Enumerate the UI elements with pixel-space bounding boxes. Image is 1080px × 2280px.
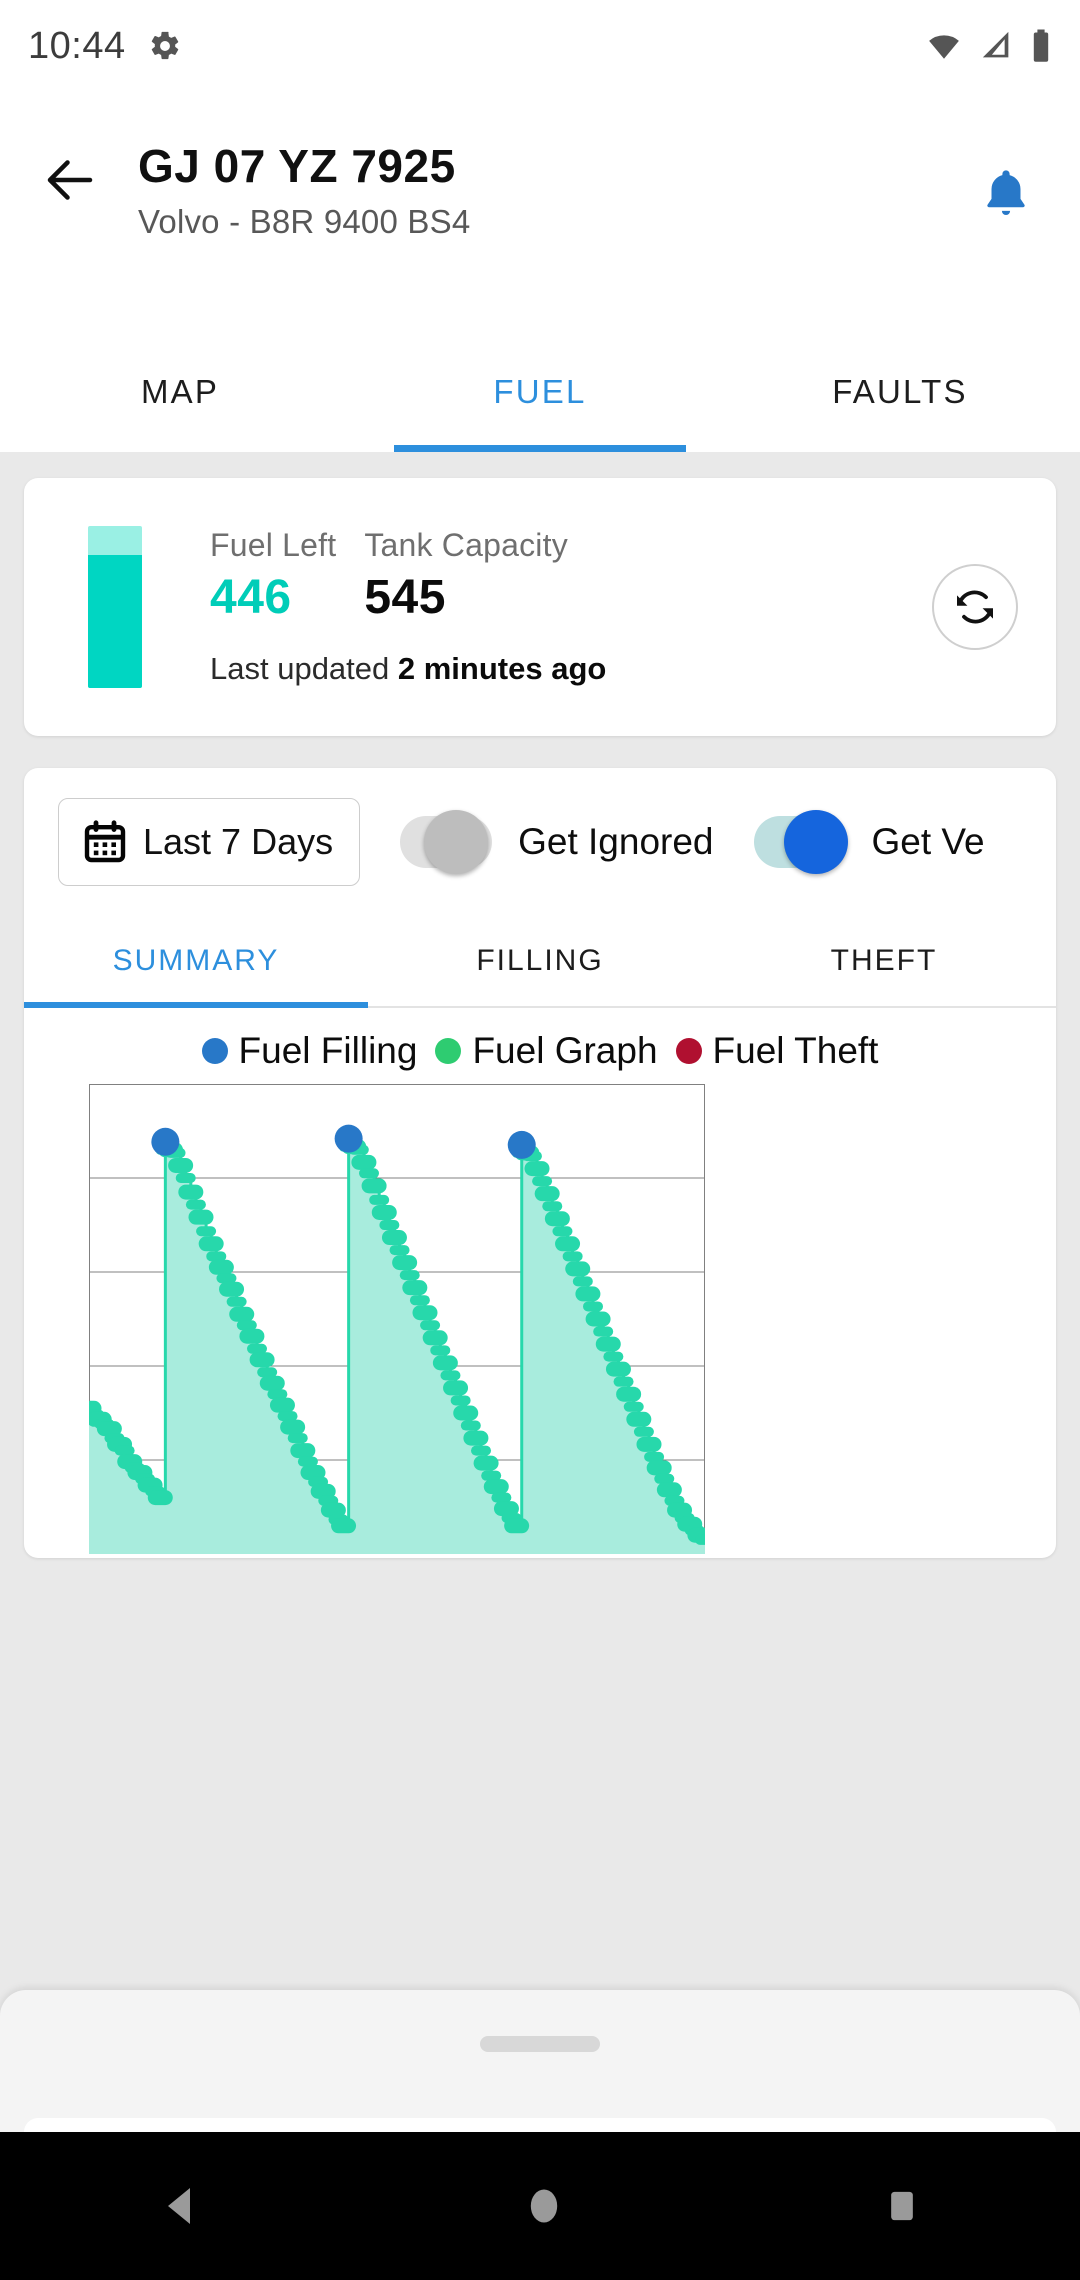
graph-sub-tabs: SUMMARY FILLING THEFT — [24, 916, 1056, 1008]
wifi-icon — [929, 35, 959, 59]
page-title: GJ 07 YZ 7925 — [138, 140, 456, 192]
gear-icon — [151, 31, 178, 60]
graph-controls: Last 7 Days Get Ignored Get Ve — [24, 768, 1056, 916]
refresh-icon — [957, 590, 993, 624]
get-ignored-label: Get Ignored — [518, 821, 714, 862]
fuel-graph-card: Last 7 Days Get Ignored Get Ve SUMMARY F… — [24, 768, 1056, 1558]
android-nav-bar — [0, 2132, 1080, 2280]
subtab-theft[interactable]: THEFT — [712, 916, 1056, 1006]
status-bar-icons — [924, 28, 1052, 64]
fuel-left-value: 446 — [210, 571, 292, 624]
get-ignored-switch[interactable] — [400, 810, 493, 874]
legend-label: Fuel Theft — [712, 1030, 879, 1071]
chart-legend: Fuel Filling Fuel Graph Fuel Theft — [24, 1030, 1056, 1072]
subtab-summary[interactable]: SUMMARY — [24, 916, 368, 1008]
legend-dot — [201, 1038, 228, 1064]
status-bar: 10:44 — [0, 0, 1080, 92]
fuel-gauge-fill — [88, 555, 142, 688]
get-verified-toggle[interactable]: Get Ve — [753, 810, 985, 874]
notifications-button[interactable] — [946, 134, 1066, 254]
fuel-left-label: Fuel Left — [210, 527, 337, 563]
nav-home-icon — [530, 2189, 558, 2223]
get-verified-switch[interactable] — [753, 810, 848, 874]
battery-icon — [1033, 29, 1049, 62]
content-scroll-area[interactable]: Fuel Left 446 Tank Capacity 545 Last upd… — [0, 452, 1080, 2280]
fuel-chart[interactable] — [76, 1084, 1056, 1558]
date-range-label: Last 7 Days — [143, 821, 334, 862]
fuel-readouts: Fuel Left 446 Tank Capacity 545 Last upd… — [210, 527, 606, 687]
nav-back-button[interactable] — [158, 2182, 206, 2230]
nav-home-button[interactable] — [522, 2182, 566, 2230]
nav-back-icon — [168, 2188, 190, 2224]
fuel-gauge — [88, 526, 142, 688]
app-bar-titles: GJ 07 YZ 7925 Volvo - B8R 9400 BS4 — [138, 120, 946, 241]
get-ignored-toggle[interactable]: Get Ignored — [400, 810, 714, 874]
get-verified-label: Get Ve — [871, 821, 985, 862]
tab-fuel[interactable]: FUEL — [360, 342, 720, 452]
back-button[interactable] — [10, 120, 130, 240]
date-range-button[interactable]: Last 7 Days — [58, 798, 361, 886]
tank-capacity-value: 545 — [364, 571, 446, 624]
arrow-left-icon — [47, 160, 93, 200]
signal-icon — [982, 31, 1009, 58]
legend-item-fuel-filling: Fuel Filling — [201, 1030, 418, 1072]
last-updated-text: Last updated 2 minutes ago — [210, 651, 606, 687]
app-screen: 10:44 GJ 07 YZ 7925 Volvo - B8R 9400 BS4… — [0, 0, 1080, 2280]
app-bar: GJ 07 YZ 7925 Volvo - B8R 9400 BS4 — [0, 92, 1080, 342]
main-tabs: MAP FUEL FAULTS — [0, 342, 1080, 452]
status-bar-clock: 10:44 — [28, 24, 126, 67]
tab-faults[interactable]: FAULTS — [720, 342, 1080, 452]
tab-map[interactable]: MAP — [0, 342, 360, 452]
fuel-left-block: Fuel Left 446 — [210, 527, 336, 625]
nav-recents-icon — [891, 2191, 913, 2221]
legend-label: Fuel Filling — [238, 1030, 418, 1071]
last-updated-value: 2 minutes ago — [397, 651, 607, 686]
legend-dot — [435, 1038, 462, 1064]
refresh-button[interactable] — [932, 564, 1018, 650]
legend-item-fuel-theft: Fuel Theft — [675, 1030, 879, 1072]
last-updated-label: Last updated — [210, 651, 390, 686]
tank-capacity-label: Tank Capacity — [364, 527, 568, 563]
legend-dot — [675, 1038, 702, 1064]
switch-knob — [783, 810, 848, 874]
legend-label: Fuel Graph — [472, 1030, 658, 1071]
subtab-filling[interactable]: FILLING — [368, 916, 712, 1006]
page-subtitle: Volvo - B8R 9400 BS4 — [138, 202, 471, 240]
drag-handle[interactable] — [480, 2036, 600, 2052]
calendar-icon — [84, 820, 126, 863]
fuel-chart-svg — [76, 1084, 715, 1554]
legend-item-fuel-graph: Fuel Graph — [435, 1030, 658, 1072]
fuel-summary-card: Fuel Left 446 Tank Capacity 545 Last upd… — [24, 478, 1056, 736]
tank-capacity-block: Tank Capacity 545 — [364, 527, 568, 625]
nav-recents-button[interactable] — [882, 2182, 922, 2230]
switch-knob — [424, 810, 489, 874]
bell-icon — [987, 170, 1025, 216]
